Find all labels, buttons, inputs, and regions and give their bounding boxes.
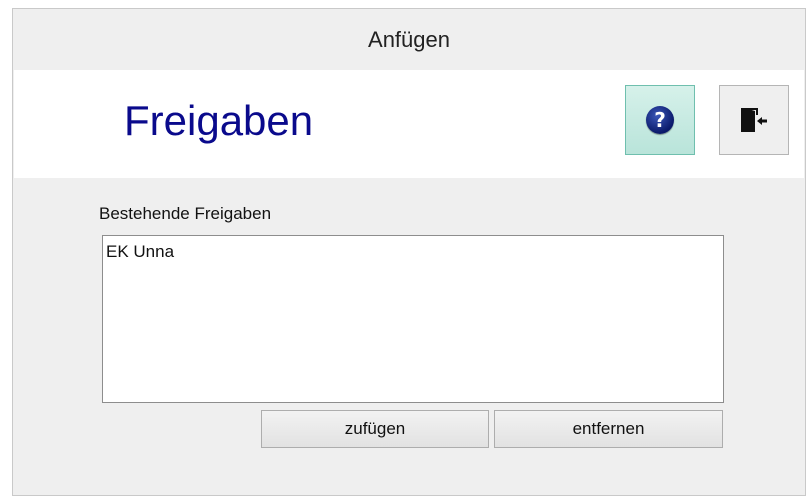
help-icon: ?: [646, 106, 674, 134]
exit-button[interactable]: [719, 85, 789, 155]
shares-list-label: Bestehende Freigaben: [99, 204, 272, 223]
add-button[interactable]: zufügen: [261, 410, 489, 448]
main-panel: Bestehende Freigaben EK Unna zufügen ent…: [13, 178, 805, 496]
door-exit-icon: [741, 108, 767, 132]
shares-listbox[interactable]: EK Unna: [102, 235, 724, 403]
window-title: Anfügen: [13, 9, 805, 69]
remove-button[interactable]: entfernen: [494, 410, 723, 448]
dialog-window: Anfügen Freigaben ? Bestehende Freigaben…: [12, 8, 806, 496]
header-panel: Freigaben ?: [14, 70, 804, 178]
list-item[interactable]: EK Unna: [106, 241, 720, 263]
help-button[interactable]: ?: [625, 85, 695, 155]
page-title: Freigaben: [124, 97, 314, 144]
